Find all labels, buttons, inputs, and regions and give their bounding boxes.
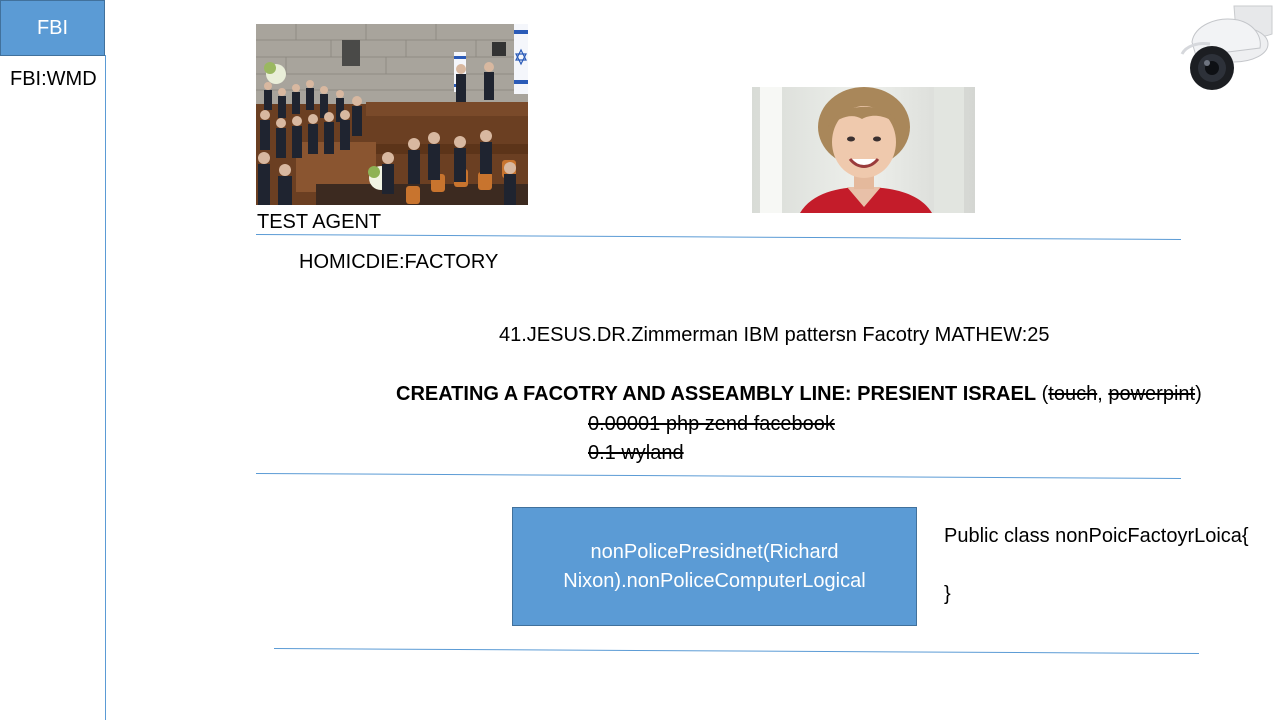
php-zend-facebook-line: 0.00001 php zend facebook (588, 413, 835, 435)
security-camera-icon (1176, 4, 1274, 92)
portrait-photo (752, 87, 975, 213)
horizontal-divider (255, 234, 1181, 241)
powerpint-strikethrough: powerpint (1108, 383, 1196, 405)
nixon-logic-box[interactable]: nonPolicePresidnet(Richard Nixon).nonPol… (512, 507, 917, 626)
jesus-zimmerman-line: 41.JESUS.DR.Zimmerman IBM pattersn Facot… (499, 324, 1050, 346)
horizontal-divider (255, 473, 1181, 480)
test-agent-label: TEST AGENT (257, 211, 382, 233)
touch-strikethrough: touch (1048, 383, 1098, 405)
fbi-wmd-label: FBI:WMD (10, 68, 97, 90)
vertical-divider (105, 55, 106, 720)
box-line-2: Nixon).nonPoliceComputerLogical (563, 569, 866, 592)
open-paren: ( (1036, 383, 1049, 405)
wyland-line: 0.1 wyland (588, 442, 684, 464)
class-declaration-text: Public class nonPoicFactoyrLoica{ (944, 525, 1249, 547)
class-closing-brace: } (944, 583, 951, 605)
close-paren: ) (1195, 383, 1202, 405)
box-line-1: nonPolicePresidnet(Richard (590, 540, 839, 563)
knesset-assembly-photo (256, 24, 528, 205)
creating-factory-line: CREATING A FACOTRY AND ASSEAMBLY LINE: P… (396, 382, 1202, 406)
creating-factory-bold-text: CREATING A FACOTRY AND ASSEAMBLY LINE: P… (396, 383, 1037, 405)
fbi-tab[interactable]: FBI (0, 0, 105, 56)
comma: , (1097, 383, 1109, 405)
horizontal-divider (273, 648, 1199, 655)
fbi-tab-label: FBI (36, 16, 69, 39)
homicide-factory-label: HOMICDIE:FACTORY (299, 251, 499, 273)
